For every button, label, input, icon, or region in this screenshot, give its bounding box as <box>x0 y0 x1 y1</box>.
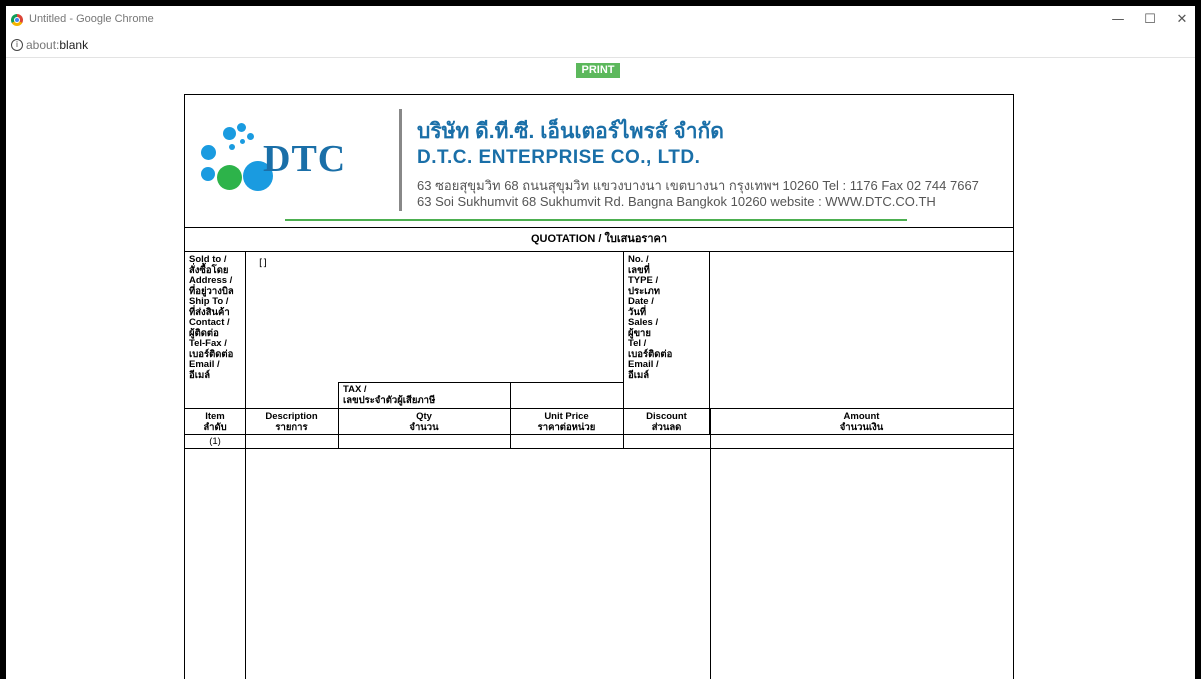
info-value-divider <box>709 252 710 434</box>
quote-info-labels: No. / เลขที่ TYPE / ประเภท Date / วันที่ Sa… <box>628 254 673 381</box>
page-viewport: PRINT DTC บริษัท ดี.ที.ซี. เอ็นเตอร์ไพรส… <box>6 58 1195 679</box>
company-name-en: D.T.C. ENTERPRISE CO., LTD. <box>417 147 701 168</box>
company-header: DTC บริษัท ดี.ที.ซี. เอ็นเตอร์ไพรส์ จำกั… <box>185 95 1013 228</box>
company-address-en: 63 Soi Sukhumvit 68 Sukhumvit Rd. Bangna… <box>417 194 936 209</box>
table-row: (1) <box>209 436 221 447</box>
info-right-divider <box>623 252 624 434</box>
tax-label: TAX / เลขประจำตัวผู้เสียภาษี <box>343 384 436 406</box>
logo-text: DTC <box>263 138 347 180</box>
tax-row-line <box>338 382 624 383</box>
url-text[interactable]: about:blank <box>26 38 88 52</box>
col-description: Description รายการ <box>265 411 318 433</box>
col-amount: Amount จำนวนเงิน <box>839 411 884 433</box>
address-bar[interactable]: i about:blank <box>6 34 1195 58</box>
col-unit-price: Unit Price ราคาต่อหน่วย <box>537 411 596 433</box>
browser-window: Untitled - Google Chrome — ☐ ✕ i about:b… <box>6 6 1195 679</box>
chrome-logo-icon <box>11 14 23 26</box>
header-divider <box>399 109 402 211</box>
title-bar: Untitled - Google Chrome — ☐ ✕ <box>6 6 1195 34</box>
quotation-title: QUOTATION / ใบเสนอราคา <box>185 227 1013 252</box>
close-button[interactable]: ✕ <box>1170 10 1194 30</box>
print-button[interactable]: PRINT <box>576 63 620 78</box>
customer-labels: Sold to / สั่งซื้อโดย Address / ที่อยู่วาง… <box>189 254 234 381</box>
col-discount: Discount ส่วนลด <box>646 411 687 433</box>
info-icon[interactable]: i <box>11 39 23 51</box>
info-bottom-line <box>185 408 1013 409</box>
minimize-button[interactable]: — <box>1106 10 1130 30</box>
company-address-thai: 63 ซอยสุขุมวิท 68 ถนนสุขุมวิท แขวงบางนา … <box>417 178 979 193</box>
company-name-thai: บริษัท ดี.ที.ซี. เอ็นเตอร์ไพรส์ จำกัด <box>417 120 724 143</box>
maximize-button[interactable]: ☐ <box>1138 10 1162 30</box>
item-column-divider <box>245 252 246 679</box>
window-title: Untitled - Google Chrome <box>29 13 154 25</box>
header-row-line <box>185 434 1013 435</box>
header-rule <box>285 219 907 221</box>
col-qty: Qty จำนวน <box>409 411 439 433</box>
quotation-sheet: DTC บริษัท ดี.ที.ซี. เอ็นเตอร์ไพรส์ จำกั… <box>184 94 1014 679</box>
sold-to-value[interactable]: [] <box>259 258 267 269</box>
first-row-line <box>185 448 1013 449</box>
col-item: Item ลำดับ <box>203 411 227 433</box>
